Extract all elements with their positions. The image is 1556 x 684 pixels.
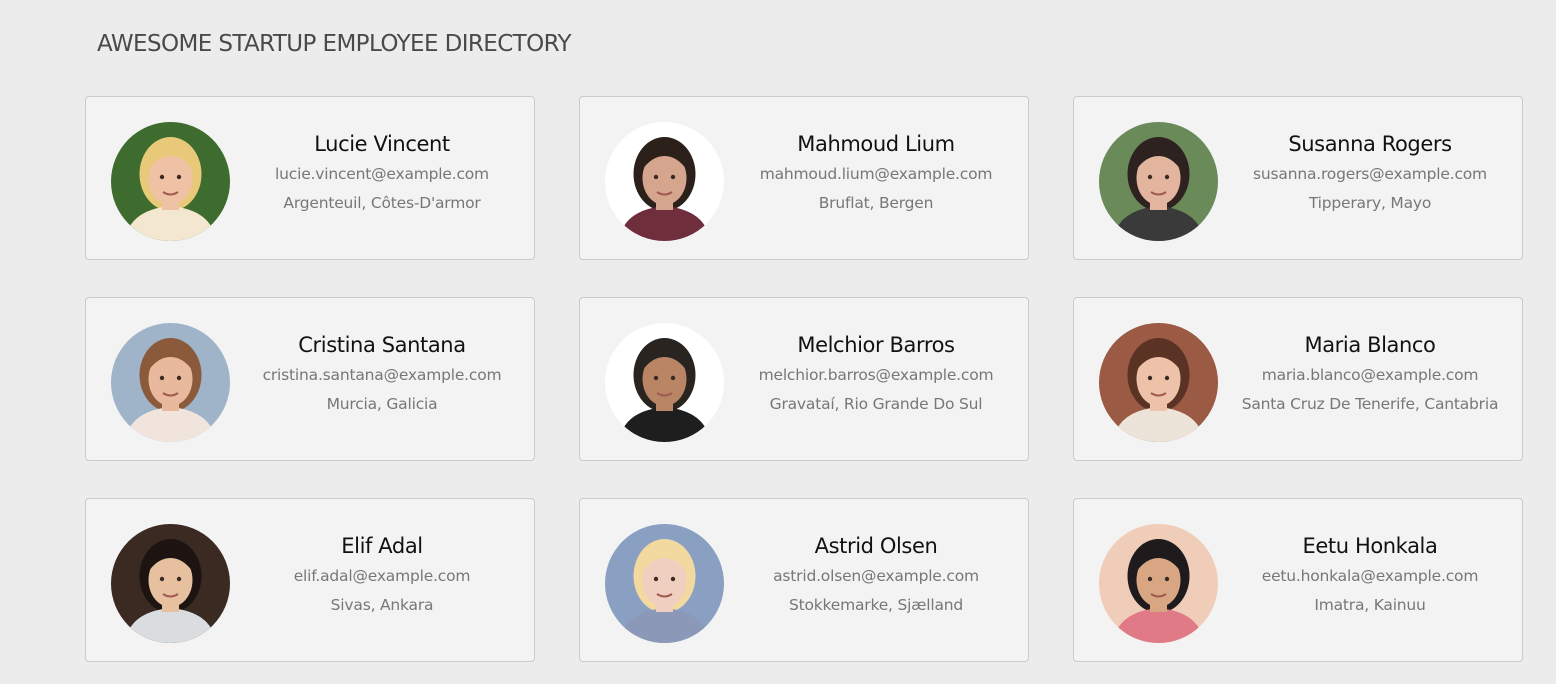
page-title: AWESOME STARTUP EMPLOYEE DIRECTORY (97, 31, 572, 57)
employee-location: Murcia, Galicia (326, 395, 438, 413)
employee-card[interactable]: Eetu Honkala eetu.honkala@example.com Imat… (1073, 498, 1523, 662)
employee-info: Mahmoud Lium mahmoud.lium@example.com Bruf… (732, 131, 1020, 213)
employee-name: Maria Blanco (1304, 333, 1436, 357)
employee-location: Bruflat, Bergen (818, 194, 934, 212)
avatar-photo-icon (111, 122, 230, 241)
employee-location: Tipperary, Mayo (1308, 194, 1432, 212)
employee-avatar (111, 524, 230, 643)
employee-location: Stokkemarke, Sjælland (788, 596, 964, 614)
employee-email: eetu.honkala@example.com (1261, 567, 1479, 585)
employee-avatar (605, 524, 724, 643)
employee-email: susanna.rogers@example.com (1253, 165, 1487, 183)
avatar-photo-icon (1099, 524, 1218, 643)
employee-location: Argenteuil, Côtes-D'armor (283, 194, 481, 212)
employee-info: Maria Blanco maria.blanco@example.com Sant… (1226, 332, 1514, 414)
employee-name: Cristina Santana (298, 333, 466, 357)
employee-grid: Lucie Vincent lucie.vincent@example.com Ar… (85, 96, 1523, 662)
employee-name: Astrid Olsen (814, 534, 938, 558)
employee-avatar (111, 323, 230, 442)
employee-avatar (605, 323, 724, 442)
employee-info: Elif Adal elif.adal@example.com Sivas, Ank… (238, 533, 526, 615)
employee-email: lucie.vincent@example.com (275, 165, 489, 183)
employee-name: Eetu Honkala (1302, 534, 1438, 558)
employee-info: Cristina Santana cristina.santana@example… (238, 332, 526, 414)
employee-avatar (111, 122, 230, 241)
employee-email: cristina.santana@example.com (262, 366, 502, 384)
employee-info: Melchior Barros melchior.barros@example.c… (732, 332, 1020, 414)
employee-email: mahmoud.lium@example.com (759, 165, 993, 183)
employee-name: Lucie Vincent (314, 132, 450, 156)
employee-card[interactable]: Elif Adal elif.adal@example.com Sivas, Ank… (85, 498, 535, 662)
employee-info: Astrid Olsen astrid.olsen@example.com Stok… (732, 533, 1020, 615)
employee-card[interactable]: Susanna Rogers susanna.rogers@example.com… (1073, 96, 1523, 260)
avatar-photo-icon (605, 122, 724, 241)
employee-email: melchior.barros@example.com (758, 366, 994, 384)
directory-page: AWESOME STARTUP EMPLOYEE DIRECTORY Lucie… (0, 0, 1556, 684)
avatar-photo-icon (1099, 122, 1218, 241)
employee-name: Elif Adal (341, 534, 423, 558)
employee-avatar (1099, 122, 1218, 241)
employee-card[interactable]: Maria Blanco maria.blanco@example.com Sant… (1073, 297, 1523, 461)
avatar-photo-icon (605, 524, 724, 643)
avatar-photo-icon (1099, 323, 1218, 442)
avatar-photo-icon (111, 323, 230, 442)
employee-name: Melchior Barros (797, 333, 955, 357)
employee-location: Santa Cruz De Tenerife, Cantabria (1241, 395, 1499, 413)
employee-info: Eetu Honkala eetu.honkala@example.com Imat… (1226, 533, 1514, 615)
avatar-photo-icon (605, 323, 724, 442)
avatar-photo-icon (111, 524, 230, 643)
employee-location: Gravataí, Rio Grande Do Sul (769, 395, 983, 413)
employee-card[interactable]: Lucie Vincent lucie.vincent@example.com Ar… (85, 96, 535, 260)
employee-email: maria.blanco@example.com (1261, 366, 1479, 384)
employee-info: Lucie Vincent lucie.vincent@example.com Ar… (238, 131, 526, 213)
employee-info: Susanna Rogers susanna.rogers@example.com… (1226, 131, 1514, 213)
employee-card[interactable]: Cristina Santana cristina.santana@example… (85, 297, 535, 461)
employee-location: Sivas, Ankara (330, 596, 434, 614)
employee-location: Imatra, Kainuu (1314, 596, 1426, 614)
employee-email: elif.adal@example.com (293, 567, 471, 585)
employee-card[interactable]: Melchior Barros melchior.barros@example.c… (579, 297, 1029, 461)
employee-avatar (1099, 323, 1218, 442)
employee-name: Mahmoud Lium (797, 132, 955, 156)
employee-email: astrid.olsen@example.com (773, 567, 979, 585)
employee-name: Susanna Rogers (1288, 132, 1452, 156)
employee-card[interactable]: Mahmoud Lium mahmoud.lium@example.com Bruf… (579, 96, 1029, 260)
employee-avatar (1099, 524, 1218, 643)
employee-card[interactable]: Astrid Olsen astrid.olsen@example.com Stok… (579, 498, 1029, 662)
employee-avatar (605, 122, 724, 241)
